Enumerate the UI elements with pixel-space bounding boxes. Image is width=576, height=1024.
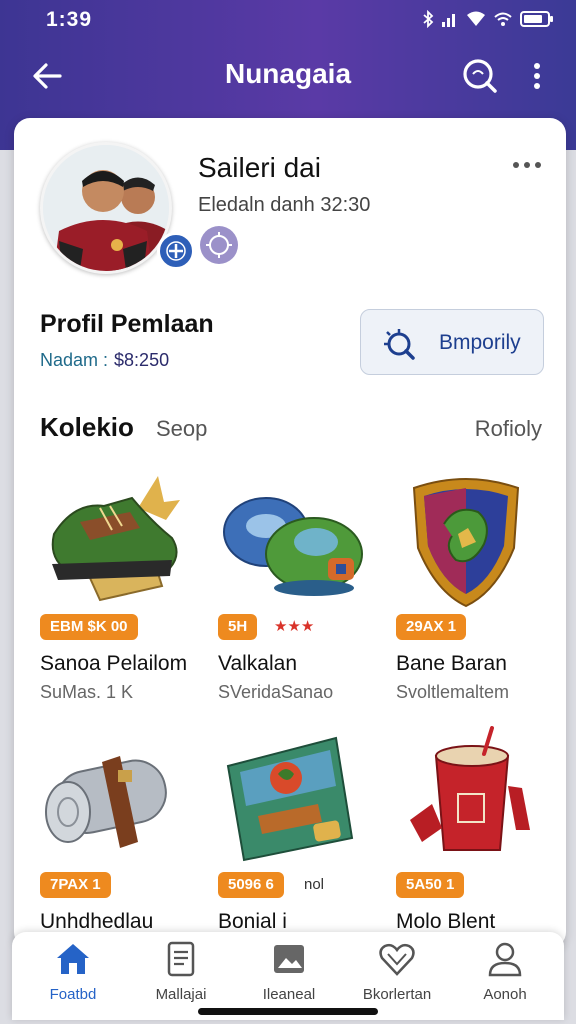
document-icon: [162, 940, 200, 978]
balance-label: Nadam :: [40, 350, 109, 370]
item-name: Bane Baran: [396, 652, 507, 675]
nav-item-gallery[interactable]: Ileaneal: [234, 940, 344, 1010]
bedroll-icon: [40, 726, 200, 866]
item-subtitle: SVeridaSanao: [218, 682, 334, 702]
item-subtitle: SuMas. 1 K: [40, 682, 134, 702]
item-name: Unhdhedlau: [40, 910, 154, 933]
nav-label: Foatbd: [49, 986, 97, 1003]
more-horizontal-icon[interactable]: [512, 158, 542, 170]
home-icon: [54, 940, 92, 978]
profile-name: Saileri dai: [198, 152, 321, 183]
profile-subtitle: Eledaln danh 32:30: [198, 194, 371, 216]
profile-section-title: Profil Pemlaan: [40, 310, 214, 338]
nav-label: Ileaneal: [262, 986, 316, 1003]
item-tag: 29AX 1: [396, 614, 467, 640]
nav-item-favorites[interactable]: Bkorlertan: [342, 940, 452, 1010]
search-icon[interactable]: [460, 56, 500, 96]
wifi-alt-icon: [493, 11, 513, 32]
more-vertical-icon[interactable]: [524, 58, 550, 94]
action-button[interactable]: Bmporily: [360, 309, 544, 375]
home-indicator: [198, 1008, 378, 1015]
action-button-label: Bmporily: [439, 331, 521, 354]
nav-item-documents[interactable]: Mallajai: [126, 940, 236, 1010]
item-name: Bonial i: [218, 910, 287, 933]
collection-link[interactable]: Rofioly: [475, 416, 542, 442]
item-tag: 5096 6: [218, 872, 284, 898]
background-peek: [0, 440, 14, 640]
image-icon: [270, 940, 308, 978]
satchel-icon: [218, 726, 378, 866]
nav-item-profile[interactable]: Aonoh: [450, 940, 560, 1010]
item-tag-extra: nol: [304, 876, 325, 893]
boot-icon: [40, 468, 200, 608]
top-navigation: Nunagaia: [0, 48, 576, 104]
balance-line: Nadam : $8:250: [40, 350, 169, 371]
profile-card: Saileri dai Eledaln danh 32:30 Profil Pe…: [14, 118, 566, 948]
profile-icon: [486, 940, 524, 978]
item-rating: ★★★: [274, 618, 315, 635]
signal-icon: [441, 11, 459, 32]
collection-item[interactable]: 29AX 1 Bane Baran Svoltlemaltem: [396, 468, 556, 718]
achievement-icon[interactable]: [200, 226, 238, 264]
status-bar: 1:39: [0, 0, 576, 40]
item-name: Valkalan: [218, 652, 297, 675]
item-tag: 5A50 1: [396, 872, 465, 898]
collection-item[interactable]: 7PAX 1 Unhdhedlau: [40, 726, 200, 948]
bottom-navigation: Foatbd Mallajai Ileaneal Bkorlertan Aono…: [12, 932, 564, 1020]
space-boots-icon: [218, 468, 378, 608]
item-tag: EBM $K 00: [40, 614, 138, 640]
bluetooth-icon: [422, 9, 434, 33]
collection-item[interactable]: 5096 6 nol Bonial i: [218, 726, 378, 948]
nav-label: Mallajai: [155, 986, 207, 1003]
status-time: 1:39: [46, 8, 93, 31]
lantern-cup-icon: [396, 726, 556, 866]
radar-icon: [381, 326, 417, 362]
item-subtitle: Svoltlemaltem: [396, 682, 510, 702]
item-name: Molo Blent: [396, 910, 496, 933]
heart-icon: [378, 940, 416, 978]
nav-label: Bkorlertan: [362, 986, 432, 1003]
verified-badge-icon: [157, 232, 195, 270]
item-name: Sanoa Pelailom: [40, 652, 188, 675]
item-tag: 7PAX 1: [40, 872, 111, 898]
item-tag: 5H: [218, 614, 258, 640]
wifi-icon: [466, 11, 486, 32]
nav-item-home[interactable]: Foatbd: [18, 940, 128, 1010]
collection-title: Kolekio: [40, 412, 134, 442]
nav-label: Aonoh: [483, 986, 527, 1003]
shield-icon: [396, 468, 556, 608]
collection-item[interactable]: EBM $K 00 Sanoa Pelailom SuMas. 1 K: [40, 468, 200, 718]
battery-icon: [520, 10, 554, 33]
collection-tab[interactable]: Seop: [156, 416, 207, 442]
balance-value: $8:250: [114, 350, 170, 370]
status-icons: [422, 9, 554, 33]
collection-item[interactable]: 5A50 1 Molo Blent: [396, 726, 556, 948]
avatar[interactable]: [40, 142, 172, 274]
collection-item[interactable]: 5H ★★★ Valkalan SVeridaSanao: [218, 468, 378, 718]
